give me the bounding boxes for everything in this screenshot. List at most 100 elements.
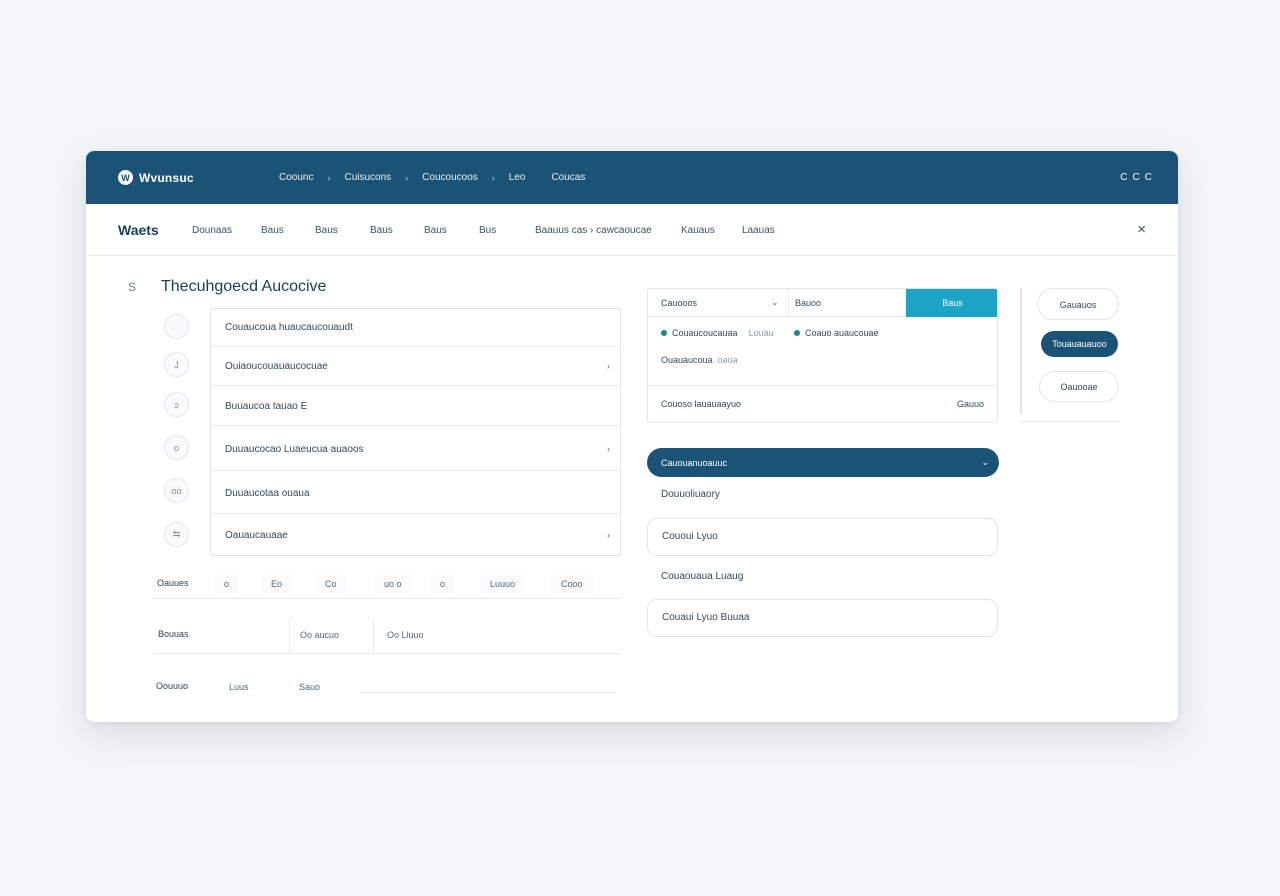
step-indicator-icon[interactable]: J (164, 352, 189, 377)
side-action-button[interactable]: Oauooae (1039, 371, 1119, 402)
filter-footer-label: Couoso lauauaayuo (661, 399, 742, 409)
side-actions: Gauauos Touauauauoo Oauooae (1020, 288, 1120, 422)
dropdown-option[interactable]: Cououi Lyuo (647, 518, 998, 556)
chevron-down-icon[interactable]: ⌄ (771, 297, 779, 308)
top-nav-item[interactable]: Coounc (279, 172, 313, 183)
top-nav-item[interactable]: Cuisucons (344, 172, 391, 183)
lower-cell[interactable]: Luuuo (480, 575, 526, 593)
top-nav: Coounc › Cuisucons › Coucoucoos › Leo Co… (279, 172, 585, 183)
subrow-label: Ouauaucoua (661, 355, 713, 365)
filter-field-value: Bauoo (795, 298, 822, 308)
form-row[interactable]: Buuaucoa tauao E (211, 386, 620, 426)
step-indicator-icon[interactable]: oo (164, 478, 189, 503)
dropdown-option[interactable]: Couaui Lyuo Buuaa (647, 599, 998, 637)
option-label: Couaouaua Luaug (661, 571, 744, 582)
divider (360, 692, 615, 693)
top-nav-item[interactable]: Coucas (551, 172, 585, 183)
top-action-icon[interactable]: C (1145, 172, 1152, 183)
form-row[interactable]: Ouiaoucouauaucocuae › (211, 347, 620, 386)
side-action-primary-button[interactable]: Touauauauoo (1041, 331, 1118, 357)
form-row-label: Duuaucotaa ouaua (225, 488, 310, 499)
section-title: Thecuhgoecd Aucocive (161, 278, 327, 295)
lower-cell[interactable]: o (430, 575, 456, 593)
filter-select[interactable]: Cauooos (661, 298, 697, 308)
tab[interactable]: Baus (424, 225, 447, 236)
form-row[interactable]: Duuaucotaa ouaua (211, 471, 620, 514)
subrow-extra: oaua (717, 355, 738, 365)
form-row-label: Oauaucauaae (225, 530, 288, 541)
filter-header: Cauooos ⌄ Bauoo Baus (648, 289, 997, 317)
filter-chip[interactable]: Coauo auaucouae (794, 328, 879, 338)
step-indicator-icon[interactable]: o (164, 435, 189, 460)
divider (1020, 421, 1120, 422)
form-row-label: Duuaucocao Luaeucua auaoos (225, 444, 364, 455)
divider (153, 598, 621, 599)
lower-cell[interactable]: o (214, 575, 240, 593)
lower-cell[interactable]: Cooo (551, 575, 593, 593)
form-row[interactable]: Duuaucocao Luaeucua auaoos › (211, 426, 620, 471)
tab[interactable]: Bus (479, 225, 496, 236)
dropdown-select[interactable]: Cauouanuoauuc ⌄ (647, 448, 999, 477)
top-nav-item[interactable]: Leo (509, 172, 526, 183)
chip-label: Coauo auaucouae (805, 328, 879, 338)
tab[interactable]: Dounaas (192, 225, 232, 236)
tab[interactable]: Laauas (742, 225, 775, 236)
form-row[interactable]: Oauaucauaae › (211, 514, 620, 556)
lower-cell[interactable]: Oo Lluuo (377, 626, 434, 644)
lower-cell[interactable]: Co (315, 575, 347, 593)
top-action-icon[interactable]: C (1120, 172, 1127, 183)
status-dot-icon (661, 330, 667, 336)
tab[interactable]: Baus (315, 225, 338, 236)
filter-chip[interactable]: Couaucoucauaa Louau (661, 328, 774, 338)
option-label: Couaui Lyuo Buuaa (662, 612, 750, 623)
page-title: Waets (118, 222, 159, 238)
tab[interactable]: Baus (370, 225, 393, 236)
chevron-down-icon: ⌄ (981, 457, 989, 467)
top-nav-item[interactable]: Coucoucoos (422, 172, 478, 183)
chevron-right-icon: › (491, 172, 495, 183)
chevron-right-icon: › (607, 361, 610, 371)
step-indicator-icon[interactable]: ⇆ (164, 522, 189, 547)
brand[interactable]: W Wvunsuc (118, 170, 194, 185)
close-icon[interactable]: × (1137, 221, 1146, 238)
form-row-label: Couaucoua huaucaucouaudt (225, 322, 353, 333)
lower-cell[interactable]: uo o (374, 575, 412, 593)
lower-row-label: Oauues (157, 578, 189, 588)
form-row-label: Buuaucoa tauao E (225, 401, 308, 412)
filter-card: Cauooos ⌄ Bauoo Baus Couaucoucauaa Louau… (647, 288, 998, 423)
divider (1020, 288, 1022, 414)
section-icon: S (128, 280, 137, 294)
dropdown-option[interactable]: Douuoliuaory (647, 477, 998, 515)
top-action-icon[interactable]: C (1133, 172, 1140, 183)
toolbar: Waets Dounaas Baus Baus Baus Baus Bus Ba… (86, 204, 1178, 256)
side-action-button[interactable]: Gauauos (1037, 288, 1119, 320)
lower-row-label: Oouuuo (156, 681, 189, 691)
lower-cell[interactable]: Luus (219, 678, 259, 696)
filter-footer-action[interactable]: Gauuo (957, 399, 984, 409)
form-row-label: Ouiaoucouauaucocuae (225, 361, 328, 372)
lower-cell[interactable]: Sauo (289, 678, 330, 696)
tab[interactable]: Kauaus (681, 225, 715, 236)
filter-subrow: Ouauaucoua oaua (661, 355, 738, 365)
lower-row-label: Bouuas (158, 629, 189, 639)
chevron-right-icon: › (327, 172, 331, 183)
tab[interactable]: Baauus cas › cawcaoucae (535, 225, 652, 236)
filter-field[interactable]: Bauoo (788, 289, 906, 317)
chevron-right-icon: › (607, 444, 610, 454)
lower-cell[interactable]: Oo aucuo (290, 626, 349, 644)
step-indicator-icon[interactable] (164, 314, 189, 339)
option-label: Douuoliuaory (661, 489, 720, 500)
step-indicator-icon[interactable]: ↄ (164, 392, 189, 417)
form-row[interactable]: Couaucoua huaucaucouaudt (211, 309, 620, 347)
status-dot-icon (794, 330, 800, 336)
tab[interactable]: Baus (261, 225, 284, 236)
dropdown-label: Cauouanuoauuc (661, 458, 728, 468)
lower-cell[interactable]: Eo (261, 575, 293, 593)
chip-extra: Louau (748, 328, 774, 338)
chevron-right-icon: › (607, 530, 610, 540)
filter-footer: Couoso lauauaayuo Gauuo (648, 385, 997, 422)
filter-apply-button[interactable]: Baus (906, 289, 997, 317)
dropdown-option[interactable]: Couaouaua Luaug (647, 559, 998, 597)
chip-label: Couaucoucauaa (672, 328, 738, 338)
divider (373, 619, 374, 653)
